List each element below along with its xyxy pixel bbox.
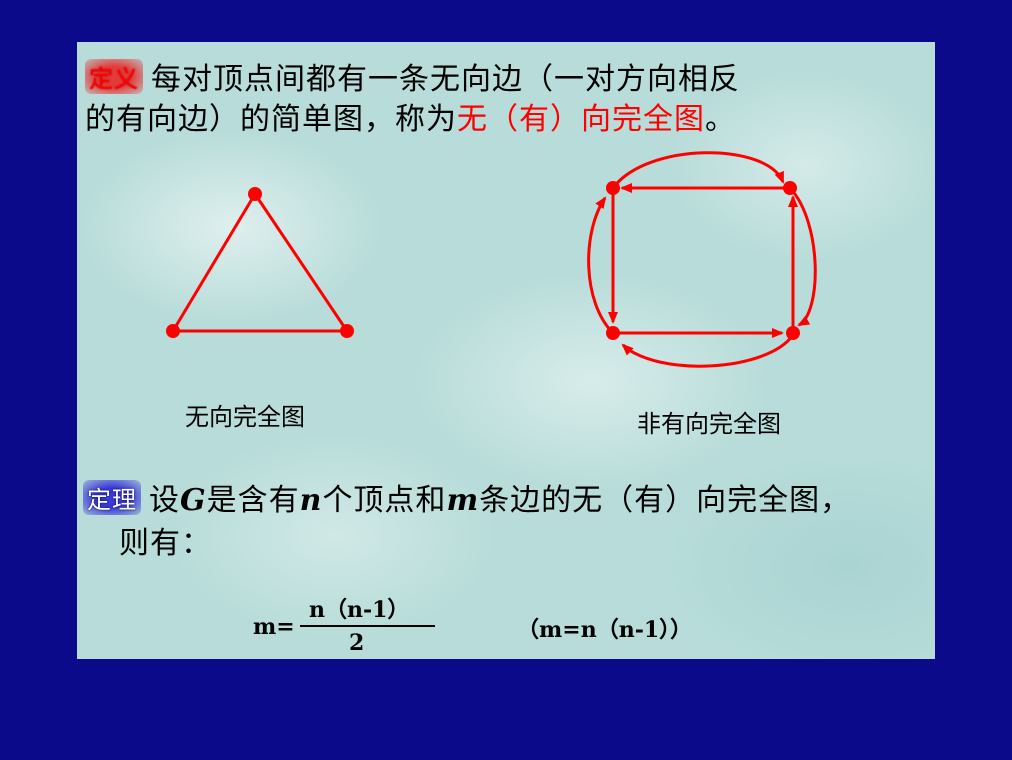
theorem-var-m: m — [446, 483, 480, 518]
edge-curve-left — [587, 196, 615, 335]
vertex-tr — [783, 181, 797, 195]
directed-graph — [587, 151, 817, 368]
formula-lhs: m= — [253, 614, 295, 640]
slide: 定义 每对顶点间都有一条无向边（一对方向相反 的有向边）的简单图，称为无（有）向完… — [77, 42, 935, 659]
theorem-var-n: n — [299, 483, 323, 518]
theorem-text-2: 是含有 — [206, 483, 300, 518]
right-caption: 非有向完全图 — [637, 410, 781, 438]
vertex-bl — [606, 326, 620, 340]
vertex-tl — [606, 181, 620, 195]
formula-numerator: n（n-1） — [309, 597, 410, 623]
formula-denominator: 2 — [349, 630, 365, 656]
theorem-line-1: 定理 设G是含有n个顶点和m条边的无（有）向完全图， — [83, 475, 851, 519]
theorem-var-g: G — [180, 483, 207, 518]
fraction-bar — [300, 625, 435, 627]
edge-curve-bottom — [621, 334, 795, 368]
formula-alt: （m=n（n-1）） — [517, 617, 693, 643]
theorem-text-3: 个顶点和 — [322, 483, 447, 518]
edge-curve-top — [611, 151, 785, 189]
vertex-br — [786, 326, 800, 340]
left-caption: 无向完全图 — [185, 403, 305, 431]
theorem-line-2: 则有： — [119, 526, 212, 561]
theorem-text-1: 设 — [149, 483, 180, 518]
theorem-badge: 定理 — [83, 480, 141, 515]
theorem-text-4: 条边的无（有）向完全图， — [479, 483, 852, 518]
